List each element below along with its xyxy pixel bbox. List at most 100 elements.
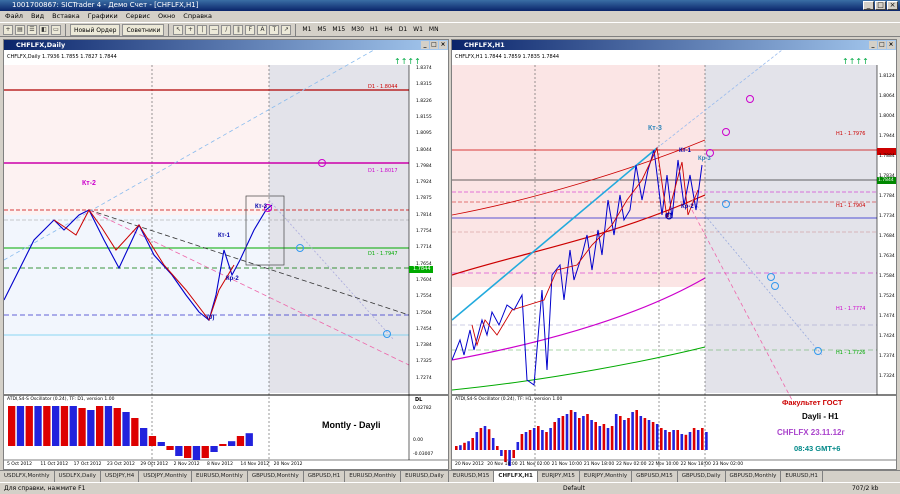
timeframe-h4[interactable]: H4 xyxy=(382,26,394,33)
chart-tab[interactable]: EURUSD,Monthly xyxy=(192,471,248,482)
menu-insert[interactable]: Вставка xyxy=(52,11,80,22)
fibo-icon[interactable]: F xyxy=(245,24,256,35)
chart-maximize-button[interactable]: □ xyxy=(430,41,438,49)
chart-minimize-button[interactable]: _ xyxy=(869,41,877,49)
chart-tab[interactable]: GBPUSD,Monthly xyxy=(726,471,782,482)
price-tick: 1.7325 xyxy=(416,359,432,365)
oscillator-bar xyxy=(676,430,679,450)
trendline-icon[interactable]: / xyxy=(221,24,232,35)
oscillator-bar xyxy=(696,430,700,450)
chart-close-button[interactable]: × xyxy=(439,41,447,49)
price-tick: 1.7424 xyxy=(879,334,895,339)
crosshair-icon[interactable]: + xyxy=(185,24,196,35)
text-icon[interactable]: A xyxy=(257,24,268,35)
minimize-button[interactable]: _ xyxy=(863,1,874,10)
date-tick: 22 Nov 10:00 xyxy=(648,462,679,467)
chart-tab[interactable]: GBPUSD,Daily xyxy=(678,471,726,482)
chart-tab[interactable]: CHFLFX,H1 xyxy=(494,471,538,482)
price-tick: 1.7634 xyxy=(879,254,895,259)
hline-icon[interactable]: — xyxy=(209,24,220,35)
chart-window-h1[interactable]: CHFLFX,H1 _ □ × ↑↑↑↑ CHFLFX,H1 1.7844 1.… xyxy=(451,39,897,470)
toolbar-separator xyxy=(168,23,170,36)
cursor-icon[interactable]: ↖ xyxy=(173,24,184,35)
chart-tab[interactable]: GBPUSD,M15 xyxy=(632,471,678,482)
chart-maximize-button[interactable]: □ xyxy=(878,41,886,49)
oscillator-bar xyxy=(479,428,483,450)
oscillator-bar xyxy=(463,442,466,450)
timeframe-m30[interactable]: M30 xyxy=(349,26,366,33)
oscillator-bar xyxy=(537,426,540,450)
oscillator-bar xyxy=(680,434,684,450)
menu-tools[interactable]: Сервис xyxy=(126,11,150,22)
new-chart-icon[interactable]: + xyxy=(3,24,13,35)
timeframe-mn[interactable]: MN xyxy=(427,26,441,33)
chart-close-button[interactable]: × xyxy=(887,41,895,49)
chart-tab[interactable]: GBPUSD,Monthly xyxy=(248,471,304,482)
oscillator-bar xyxy=(692,428,696,450)
oscillator-bar xyxy=(701,428,704,450)
arrow-icon[interactable]: ↗ xyxy=(281,24,292,35)
level-h1a: H1 - 1.7976 xyxy=(836,131,866,137)
timeframe-m15[interactable]: M15 xyxy=(330,26,347,33)
menu-charts[interactable]: Графики xyxy=(88,11,118,22)
date-tick: 2 Nov 2012 xyxy=(173,462,200,467)
date-tick: 21 Nov 18:00 xyxy=(583,462,615,467)
chart-tab[interactable]: EURJPY,M15 xyxy=(538,471,580,482)
oscillator-bar xyxy=(586,414,589,450)
oscillator-bar xyxy=(201,446,209,458)
price-tick: 1.8315 xyxy=(416,82,432,88)
chart-tab[interactable]: GBPUSD,H1 xyxy=(304,471,346,482)
oscillator-bar xyxy=(69,406,77,446)
menu-window[interactable]: Окно xyxy=(158,11,175,22)
menu-file[interactable]: Файл xyxy=(5,11,23,22)
chart-tab[interactable]: USDLFX,Daily xyxy=(55,471,101,482)
chart-tab[interactable]: USDJPY,Monthly xyxy=(139,471,192,482)
oscillator-bar xyxy=(157,442,165,446)
chart-tab[interactable]: EURUSD,H1 xyxy=(781,471,823,482)
timeframe-d1[interactable]: D1 xyxy=(397,26,409,33)
oscillator-bar xyxy=(87,410,95,446)
advisors-button[interactable]: Советники xyxy=(122,23,165,36)
menu-help[interactable]: Справка xyxy=(183,11,212,22)
daily-chart-svg: ↑↑↑↑ xyxy=(4,50,448,469)
oscillator-bar xyxy=(610,426,614,450)
chart-tab[interactable]: USDLFX,Monthly xyxy=(0,471,55,482)
menu-view[interactable]: Вид xyxy=(31,11,44,22)
maximize-button[interactable]: □ xyxy=(875,1,886,10)
level-h1d: H1 - 1.7726 xyxy=(836,350,866,356)
label-kr2: Кр-2 xyxy=(681,204,694,210)
channel-icon[interactable]: ∥ xyxy=(233,24,244,35)
indicator-header: ATDI,S4-S Oscillator (0.24), TF: H1, ver… xyxy=(455,397,563,402)
chart-tab[interactable]: EURJPY,Monthly xyxy=(580,471,633,482)
chart-tab[interactable]: USDJPY,H4 xyxy=(101,471,140,482)
timeframe-m1[interactable]: M1 xyxy=(300,26,313,33)
navigator-icon[interactable]: ◧ xyxy=(39,24,49,35)
timeframe-m5[interactable]: M5 xyxy=(315,26,328,33)
signal-arrows-icon: ↑↑↑↑ xyxy=(394,57,421,66)
chart-header: CHFLFX,Daily 1.7936 1.7855 1.7827 1.7844 xyxy=(7,54,117,60)
oscillator-bar xyxy=(643,418,647,450)
chart-tab[interactable]: EURUSD,Daily xyxy=(401,471,449,482)
chart-tab[interactable]: EURUSD,Monthly xyxy=(345,471,402,482)
vline-icon[interactable]: | xyxy=(197,24,208,35)
level-d1c: D1 - 1.7947 xyxy=(368,251,398,257)
oscillator-bar xyxy=(623,420,626,450)
chart-window-daily[interactable]: CHFLFX,Daily _ □ × ↑↑↑↑ CHFLFX,Daily 1.7… xyxy=(3,39,449,470)
oscillator-bar xyxy=(594,422,597,450)
timeframe-h1[interactable]: H1 xyxy=(368,26,380,33)
close-button[interactable]: × xyxy=(887,1,898,10)
price-tick: 1.8004 xyxy=(879,114,895,119)
label-icon[interactable]: T xyxy=(269,24,280,35)
future-zone xyxy=(705,65,877,393)
chart-minimize-button[interactable]: _ xyxy=(421,41,429,49)
date-tick: 22 Nov 18:00 xyxy=(680,462,711,467)
market-watch-icon[interactable]: ☰ xyxy=(27,24,37,35)
profiles-icon[interactable]: ▤ xyxy=(15,24,25,35)
date-tick: 23 Oct 2012 xyxy=(107,462,135,467)
toolbar-separator xyxy=(295,23,297,36)
new-order-button[interactable]: Новый Ордер xyxy=(70,23,121,36)
oscillator-bar xyxy=(516,442,520,450)
chart-tab[interactable]: EURUSD,M15 xyxy=(449,471,495,482)
timeframe-w1[interactable]: W1 xyxy=(411,26,425,33)
terminal-icon[interactable]: ▭ xyxy=(51,24,61,35)
